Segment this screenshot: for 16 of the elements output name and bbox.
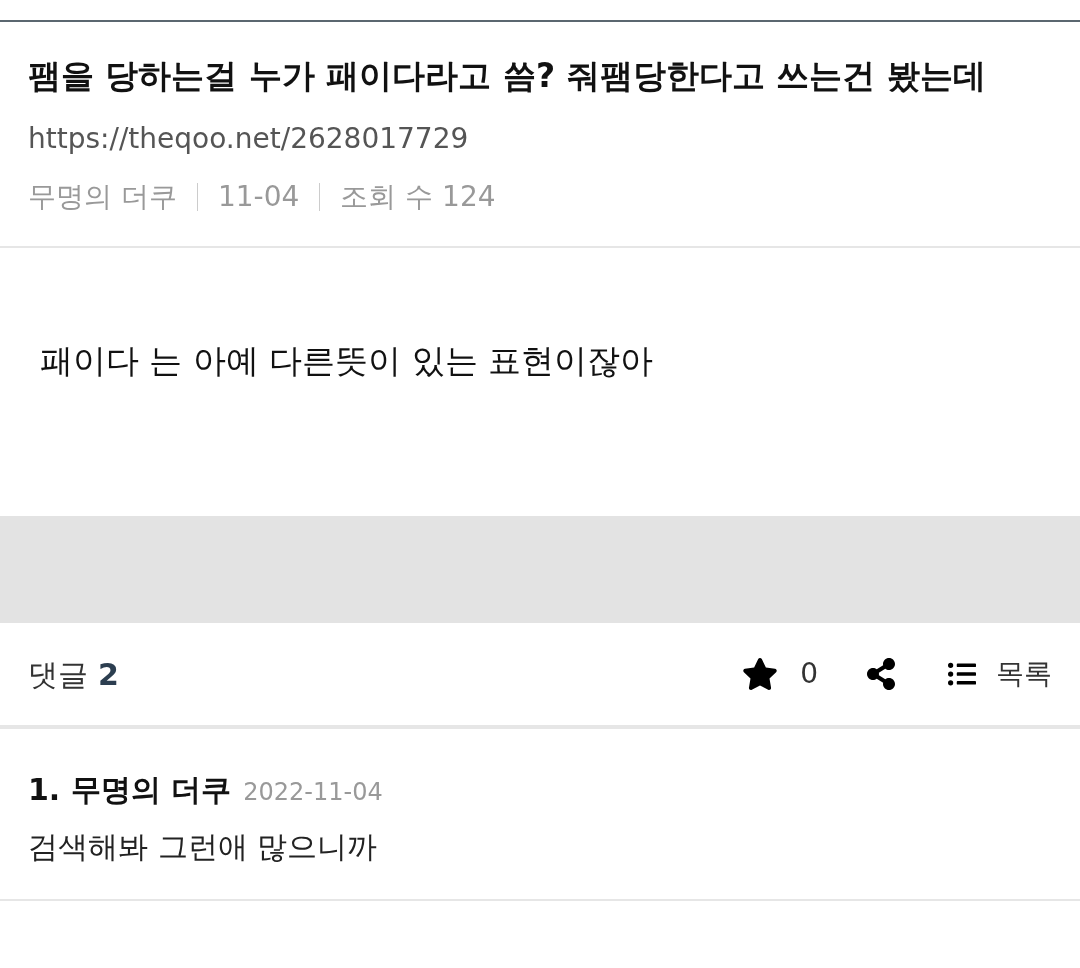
comment-author: 1. 무명의 더쿠 [28,771,232,809]
comment-count: 2 [98,655,119,694]
list-button[interactable]: 목록 [946,653,1052,695]
post-title: 팸을 당하는걸 누가 패이다라고 씀? 줘팸당한다고 쓰는건 봤는데 [28,55,987,97]
comments-label: 댓글 [28,655,88,694]
star-icon [742,656,779,692]
comment-date: 2022-11-04 [243,777,383,808]
post-body: 패이다 는 아예 다른뜻이 있는 표현이잖아 [40,340,655,382]
post-author: 무명의 더쿠 [28,179,177,215]
post-url[interactable]: https://theqoo.net/2628017729 [28,118,1052,160]
share-icon[interactable] [866,658,896,690]
post-date: 11-04 [217,179,300,215]
star-button[interactable]: 0 [742,653,818,695]
comment-text: 검색해봐 그런애 많으니까 [28,828,379,866]
view-count: 조회 수 124 [340,179,496,215]
list-icon [946,660,978,688]
